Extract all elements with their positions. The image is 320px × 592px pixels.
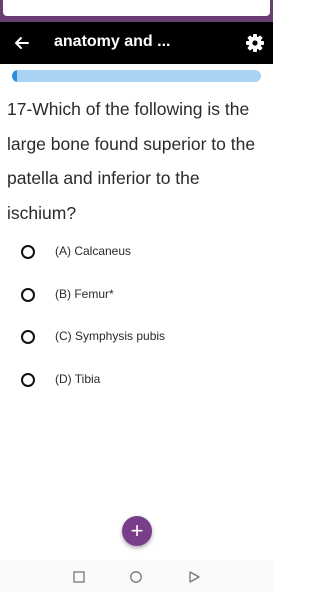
home-icon[interactable]	[129, 570, 143, 584]
radio-button[interactable]	[21, 287, 35, 302]
app-bar: anatomy and ...	[0, 22, 273, 64]
option-d[interactable]: (D) Tibia	[0, 359, 273, 402]
add-button[interactable]: +	[122, 516, 152, 546]
back-triangle-icon[interactable]	[187, 570, 201, 584]
options-list: (A) Calcaneus (B) Femur* (C) Symphysis p…	[0, 231, 273, 401]
option-label: (C) Symphysis pubis	[55, 329, 166, 343]
option-label: (A) Calcaneus	[55, 244, 132, 258]
option-label: (B) Femur*	[55, 286, 114, 301]
radio-button[interactable]	[21, 372, 35, 387]
option-label: (D) Tibia	[55, 371, 101, 386]
arrow-left-icon[interactable]	[12, 33, 32, 53]
question-text: 17-Which of the following is the large b…	[7, 99, 256, 223]
progress-fill	[12, 70, 17, 82]
plus-icon: +	[130, 518, 144, 543]
option-a[interactable]: (A) Calcaneus	[0, 231, 273, 274]
gear-icon[interactable]	[245, 33, 265, 53]
top-frame	[0, 0, 273, 22]
page-title: anatomy and ...	[54, 33, 171, 50]
radio-button[interactable]	[21, 330, 35, 344]
option-c[interactable]: (C) Symphysis pubis	[0, 316, 273, 359]
recent-apps-icon[interactable]	[72, 570, 86, 584]
system-nav-bar	[0, 560, 273, 592]
top-frame-inner	[3, 0, 270, 16]
option-b[interactable]: (B) Femur*	[0, 274, 273, 317]
radio-button[interactable]	[21, 245, 35, 259]
progress-bar	[12, 70, 261, 82]
